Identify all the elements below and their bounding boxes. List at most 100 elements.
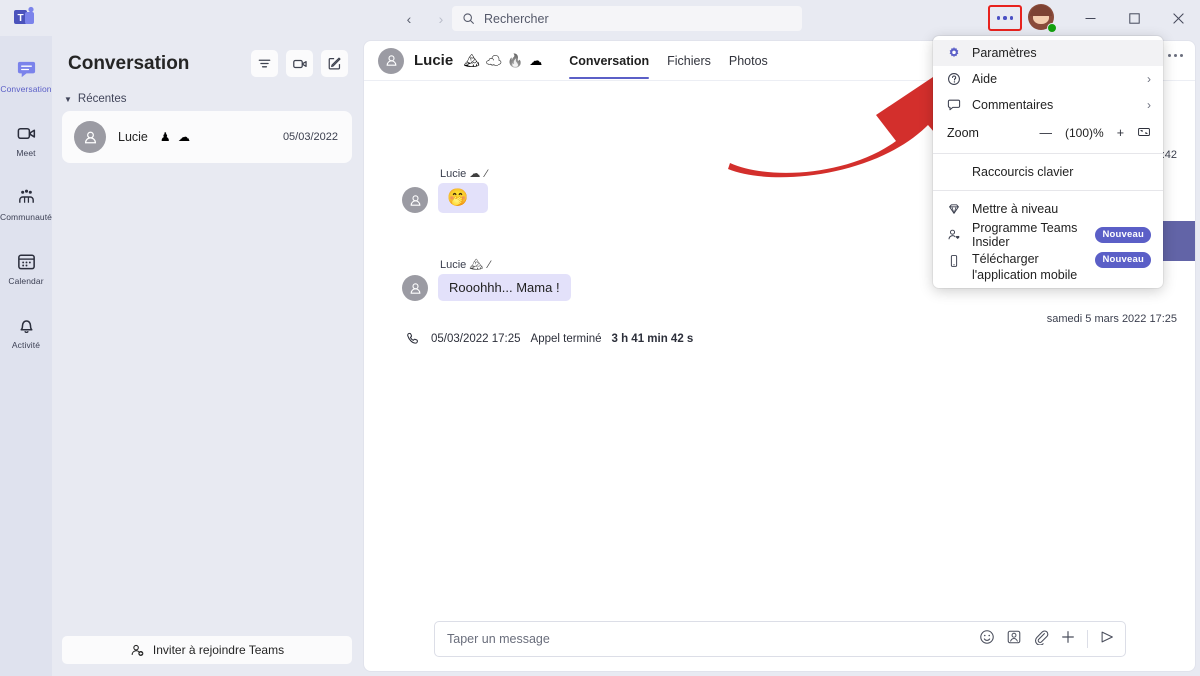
sidebar-item-label: Communauté: [0, 211, 53, 222]
fullscreen-icon[interactable]: [1137, 125, 1151, 142]
minimize-button[interactable]: [1068, 2, 1112, 34]
bell-icon: [15, 315, 37, 337]
sidebar-item-activite[interactable]: Activité: [0, 304, 52, 360]
chevron-down-icon: ▼: [64, 94, 72, 104]
menu-item-telecharger-application-mobile[interactable]: Télécharger l'application mobile Nouveau: [933, 248, 1163, 282]
avatar[interactable]: [1028, 4, 1057, 33]
video-call-icon[interactable]: [286, 50, 313, 77]
sticker-icon[interactable]: [1006, 629, 1022, 650]
message-sender: Lucie ☁ ⁄: [438, 167, 488, 180]
plus-icon[interactable]: [1060, 629, 1076, 650]
people-community-icon: [15, 187, 37, 209]
sidebar-item-label: Activité: [11, 339, 41, 350]
zoom-controls: — (100)% +: [1040, 125, 1152, 142]
window-controls: [988, 0, 1200, 36]
app-more-button[interactable]: [988, 5, 1022, 31]
menu-item-mettre-a-niveau[interactable]: Mettre à niveau: [933, 196, 1163, 222]
call-timestamp: 05/03/2022 17:25: [431, 332, 521, 345]
sidebar-item-conversation[interactable]: Conversation: [0, 48, 52, 104]
divider: [933, 153, 1163, 154]
menu-item-parametres[interactable]: Paramètres: [933, 40, 1163, 66]
invite-label: Inviter à rejoindre Teams: [152, 643, 285, 657]
sidebar-item-communaute[interactable]: Communauté: [0, 176, 52, 232]
message-bubble: Rooohhh... Mama !: [438, 274, 571, 301]
presence-available-icon: [1047, 23, 1057, 33]
menu-item-raccourcis-clavier[interactable]: Raccourcis clavier: [933, 159, 1163, 185]
attach-icon[interactable]: [1033, 629, 1049, 650]
menu-item-label: Paramètres: [972, 46, 1037, 60]
highlight-box: [988, 5, 1022, 31]
contact-name-emoji: 🏔 ☁ 🔥 ☁: [463, 52, 544, 68]
chat-name-emoji: ♟ ☁: [159, 130, 192, 144]
svg-text:T: T: [18, 13, 24, 24]
invite-to-teams-button[interactable]: Inviter à rejoindre Teams: [62, 636, 352, 664]
message: Lucie 🏔 ⁄ Rooohhh... Mama !: [402, 258, 571, 301]
menu-item-label: Programme Teams Insider: [972, 221, 1078, 249]
close-button[interactable]: [1156, 2, 1200, 34]
tab-photos[interactable]: Photos: [729, 41, 768, 81]
left-rail: Conversation Meet Communauté Calendar Ac…: [0, 36, 52, 676]
filter-icon[interactable]: [251, 50, 278, 77]
sidebar-item-meet[interactable]: Meet: [0, 112, 52, 168]
menu-item-commentaires[interactable]: Commentaires ›: [933, 92, 1163, 118]
search-icon: [463, 13, 474, 24]
composer-placeholder: Taper un message: [447, 632, 550, 646]
phone-device-icon: [947, 254, 961, 268]
sidebar-item-label: Meet: [16, 147, 36, 158]
navigation-arrows: ‹ ›: [398, 8, 452, 30]
sender-emoji: 🏔 ⁄: [469, 259, 492, 271]
sidebar-item-calendar[interactable]: Calendar: [0, 240, 52, 296]
compose-icon[interactable]: [321, 50, 348, 77]
menu-item-aide[interactable]: Aide ›: [933, 66, 1163, 92]
zoom-row: Zoom — (100)% +: [933, 118, 1163, 148]
sidebar-item-label: Calendar: [8, 275, 44, 286]
recent-section-header[interactable]: ▼ Récentes: [52, 83, 362, 111]
zoom-in-button[interactable]: +: [1117, 126, 1124, 140]
avatar: [378, 47, 404, 74]
chat-list-header: Conversation: [52, 36, 362, 83]
list-item[interactable]: Lucie ♟ ☁ 05/03/2022: [62, 111, 352, 163]
maximize-button[interactable]: [1112, 2, 1156, 34]
tab-fichiers[interactable]: Fichiers: [667, 41, 711, 81]
chat-list-panel: Conversation ▼ Récentes Lucie ♟ ☁ 05/03/…: [52, 36, 362, 676]
emoji-icon[interactable]: [979, 629, 995, 650]
chevron-right-icon: ›: [1147, 98, 1151, 112]
sender-name: Lucie: [440, 168, 467, 180]
tab-conversation[interactable]: Conversation: [569, 41, 649, 81]
menu-item-label: Aide: [972, 72, 998, 86]
teams-window: ▄▄▄▄ ▄▄ ▄▄▄ ▄▄▄▄ ▄▄▄▄ ▄▄ ▄▄▄▄▄▄▄▄ T ‹ › …: [0, 0, 1200, 676]
menu-item-teams-insider[interactable]: Programme Teams Insider Nouveau: [933, 221, 1163, 249]
section-label: Récentes: [77, 93, 127, 105]
divider: [1087, 630, 1088, 648]
menu-item-label: Raccourcis clavier: [972, 165, 1074, 179]
call-log-row: 05/03/2022 17:25 Appel terminé 3 h 41 mi…: [406, 331, 693, 346]
title-bar: T ‹ › Rechercher: [0, 0, 1200, 36]
message-bubble: 🤭: [438, 183, 489, 213]
message-composer[interactable]: Taper un message: [434, 621, 1126, 657]
zoom-value: (100)%: [1065, 126, 1104, 140]
phone-icon: [407, 332, 418, 344]
call-duration: 3 h 41 min 42 s: [611, 332, 694, 345]
sender-emoji: ☁ ⁄: [469, 168, 489, 180]
zoom-out-button[interactable]: —: [1040, 126, 1053, 140]
menu-item-label: Télécharger l'application mobile: [972, 252, 1078, 282]
conversation-tabs: Conversation Fichiers Photos: [569, 41, 768, 81]
status-badge: Nouveau: [1095, 227, 1151, 243]
video-camera-icon: [15, 123, 37, 145]
teams-logo-icon: T: [12, 6, 38, 30]
forward-button[interactable]: ›: [430, 8, 452, 30]
contact-name: Lucie: [414, 52, 454, 69]
back-button[interactable]: ‹: [398, 8, 420, 30]
app-settings-menu: Paramètres Aide › Commentaires › Zoom — …: [933, 36, 1163, 288]
calendar-icon: [15, 251, 37, 273]
zoom-label: Zoom: [947, 126, 979, 140]
add-person-icon: [131, 644, 144, 656]
composer-actions: [979, 629, 1115, 650]
daystamp-bottom: samedi 5 mars 2022 17:25: [1046, 313, 1177, 325]
message: Lucie ☁ ⁄ 🤭: [402, 167, 489, 213]
search-input[interactable]: Rechercher: [452, 6, 802, 31]
send-icon[interactable]: [1099, 629, 1115, 650]
gear-icon: [947, 46, 961, 60]
conversation-more-button[interactable]: [1168, 54, 1183, 57]
status-badge: Nouveau: [1095, 252, 1151, 268]
